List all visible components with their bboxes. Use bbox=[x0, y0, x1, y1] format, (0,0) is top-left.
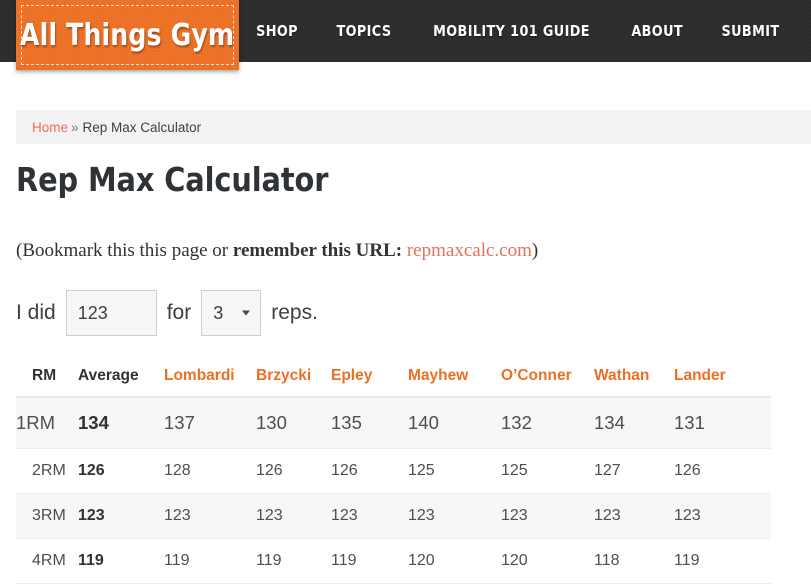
cell-rm: 2RM bbox=[16, 448, 78, 494]
cell-rm: 3RM bbox=[16, 493, 78, 539]
reps-select-wrapper: 3 bbox=[201, 290, 262, 336]
nav-item-submit[interactable]: SUBMIT bbox=[704, 22, 796, 40]
cell-lombardi: 137 bbox=[164, 397, 256, 449]
cell-rm: 1RM bbox=[16, 397, 78, 449]
form-label-for: for bbox=[166, 301, 192, 324]
cell-epley: 123 bbox=[331, 493, 408, 539]
cell-lander: 126 bbox=[674, 448, 771, 494]
cell-epley: 119 bbox=[331, 538, 408, 584]
weight-input[interactable] bbox=[65, 290, 157, 336]
table-row: 3RM 123 123 123 123 123 123 123 123 bbox=[16, 493, 771, 539]
nav-item-topics[interactable]: TOPICS bbox=[319, 22, 408, 40]
table-header-row: RM Average Lombardi Brzycki Epley Mayhew… bbox=[16, 361, 771, 398]
cell-mayhew: 120 bbox=[408, 538, 501, 584]
bookmark-prefix-text: (Bookmark this this page or bbox=[16, 240, 233, 261]
cell-lombardi: 123 bbox=[164, 493, 256, 539]
cell-rm: 4RM bbox=[16, 538, 78, 584]
breadcrumb-link-home[interactable]: Home bbox=[32, 120, 68, 135]
bookmark-strong-text: remember this URL: bbox=[232, 240, 407, 261]
cell-lombardi: 119 bbox=[164, 538, 256, 584]
nav-item-about[interactable]: ABOUT bbox=[614, 22, 700, 40]
site-logo[interactable]: All Things Gym bbox=[16, 0, 239, 70]
cell-average: 123 bbox=[78, 493, 164, 539]
cell-lander: 119 bbox=[674, 538, 771, 584]
cell-mayhew: 140 bbox=[408, 397, 501, 449]
breadcrumb: Home » Rep Max Calculator bbox=[16, 110, 811, 144]
bookmark-suffix-text: ) bbox=[531, 240, 539, 261]
nav-item-mobility-101-guide[interactable]: MOBILITY 101 GUIDE bbox=[416, 22, 607, 40]
column-header-wathan: Wathan bbox=[594, 361, 674, 398]
table-row: 1RM 134 137 130 135 140 132 134 131 bbox=[16, 397, 771, 449]
table-body: 1RM 134 137 130 135 140 132 134 131 2RM … bbox=[16, 397, 771, 584]
rep-max-table: RM Average Lombardi Brzycki Epley Mayhew… bbox=[16, 361, 771, 584]
repmaxcalc-link[interactable]: repmaxcalc.com bbox=[407, 240, 532, 261]
cell-mayhew: 123 bbox=[408, 493, 501, 539]
cell-wathan: 118 bbox=[594, 538, 674, 584]
main-content: Rep Max Calculator (Bookmark this this p… bbox=[16, 160, 795, 584]
cell-epley: 126 bbox=[331, 448, 408, 494]
column-header-average: Average bbox=[78, 361, 164, 398]
table-row: 2RM 126 128 126 126 125 125 127 126 bbox=[16, 448, 771, 494]
cell-average: 119 bbox=[78, 538, 164, 584]
cell-wathan: 127 bbox=[594, 448, 674, 494]
cell-brzycki: 130 bbox=[256, 397, 331, 449]
calculator-form: I did for 3 reps. bbox=[16, 290, 795, 336]
cell-average: 126 bbox=[78, 448, 164, 494]
table-row: 4RM 119 119 119 119 120 120 118 119 bbox=[16, 538, 771, 584]
column-header-lombardi: Lombardi bbox=[164, 361, 256, 398]
cell-lander: 123 bbox=[674, 493, 771, 539]
cell-oconner: 123 bbox=[501, 493, 594, 539]
cell-wathan: 134 bbox=[594, 397, 674, 449]
column-header-lander: Lander bbox=[674, 361, 771, 398]
column-header-brzycki: Brzycki bbox=[256, 361, 331, 398]
header-inner: All Things Gym SHOP TOPICS MOBILITY 101 … bbox=[0, 0, 811, 70]
cell-mayhew: 125 bbox=[408, 448, 501, 494]
cell-oconner: 125 bbox=[501, 448, 594, 494]
main-navigation: SHOP TOPICS MOBILITY 101 GUIDE ABOUT SUB… bbox=[237, 0, 799, 62]
cell-wathan: 123 bbox=[594, 493, 674, 539]
form-label-reps: reps. bbox=[271, 301, 318, 324]
cell-epley: 135 bbox=[331, 397, 408, 449]
cell-oconner: 120 bbox=[501, 538, 594, 584]
breadcrumb-current: Rep Max Calculator bbox=[82, 119, 202, 135]
reps-select[interactable]: 3 bbox=[201, 290, 262, 336]
column-header-epley: Epley bbox=[331, 361, 408, 398]
site-logo-text: All Things Gym bbox=[20, 17, 235, 53]
column-header-rm: RM bbox=[16, 361, 78, 398]
cell-oconner: 132 bbox=[501, 397, 594, 449]
cell-brzycki: 123 bbox=[256, 493, 331, 539]
cell-brzycki: 119 bbox=[256, 538, 331, 584]
bookmark-note: (Bookmark this this page or remember thi… bbox=[16, 239, 795, 263]
site-header: All Things Gym SHOP TOPICS MOBILITY 101 … bbox=[0, 0, 811, 70]
column-header-mayhew: Mayhew bbox=[408, 361, 501, 398]
cell-lombardi: 128 bbox=[164, 448, 256, 494]
cell-brzycki: 126 bbox=[256, 448, 331, 494]
breadcrumb-separator: » bbox=[71, 119, 79, 135]
cell-lander: 131 bbox=[674, 397, 771, 449]
cell-average: 134 bbox=[78, 397, 164, 449]
nav-item-shop[interactable]: SHOP bbox=[239, 22, 315, 40]
page-title: Rep Max Calculator bbox=[16, 160, 329, 199]
column-header-oconner: O’Conner bbox=[501, 361, 594, 398]
table-head: RM Average Lombardi Brzycki Epley Mayhew… bbox=[16, 361, 771, 398]
form-label-i-did: I did bbox=[16, 301, 56, 324]
